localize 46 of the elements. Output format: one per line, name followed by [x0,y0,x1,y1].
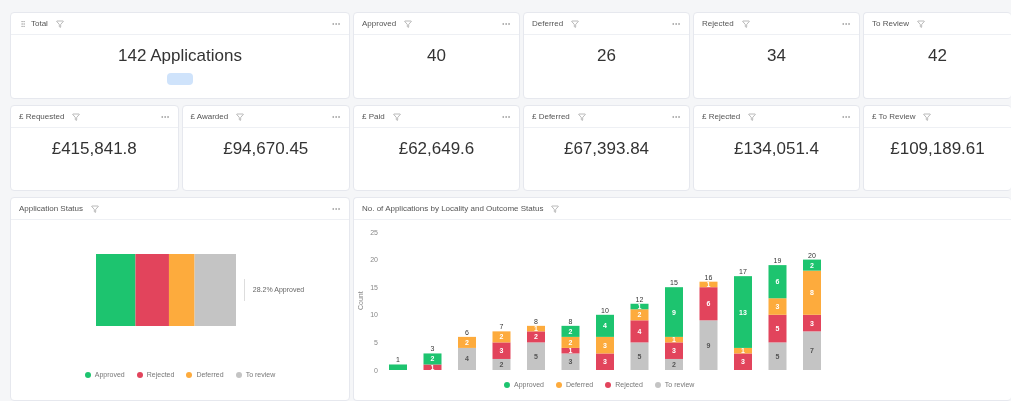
kpi-value: 40 [427,45,446,67]
bar-segment [492,331,511,343]
bar-segment [596,353,614,370]
kpi-value: £94,670.45 [223,138,309,160]
bar-segment [492,342,511,359]
kpi-value: 142 Applications [118,45,242,67]
bar-segment [596,314,614,337]
kpi-value: £67,393.84 [563,138,650,160]
card-title: Approved [362,17,397,30]
filter-icon[interactable] [55,19,64,28]
card-title: £ Paid [362,110,385,123]
card-title: To Review [872,17,909,30]
card-title: No. of Applications by Locality and Outcome Status [362,202,544,215]
card-title: £ Rejected [702,110,741,123]
kpi-value: 26 [597,45,616,67]
card-title: Deferred [532,17,564,30]
kpi-value: 34 [767,45,786,67]
filter-icon[interactable] [923,112,932,121]
card-title: Application Status [19,202,84,215]
card-title: £ To Review [872,110,916,123]
kpi-value: £62,649.6 [398,138,475,160]
filter-icon[interactable] [577,112,586,121]
bar-segment [561,325,580,337]
kpi-value: 42 [928,45,947,67]
filter-icon[interactable] [741,19,750,28]
bar-segment [768,342,787,370]
card-title: £ Requested [19,110,65,123]
kpi-value: £134,051.4 [733,138,820,160]
filter-icon[interactable] [392,112,401,121]
card-title: Total [31,17,48,30]
filter-icon[interactable] [571,19,580,28]
kpi-value: £109,189.61 [890,138,985,160]
drag-handle-icon[interactable] [19,19,27,28]
filter-icon[interactable] [91,204,100,213]
filter-icon[interactable] [404,19,413,28]
card-title: £ Awarded [190,110,229,123]
filter-icon[interactable] [916,19,925,28]
card-title: £ Deferred [532,110,570,123]
bar-segment [389,364,407,370]
filter-icon[interactable] [551,204,560,213]
bar-segment [630,342,649,370]
filter-icon[interactable] [72,112,81,121]
filter-icon[interactable] [236,112,245,121]
kpi-value: £415,841.8 [51,138,137,160]
filter-icon[interactable] [748,112,757,121]
card-title: Rejected [702,17,734,30]
